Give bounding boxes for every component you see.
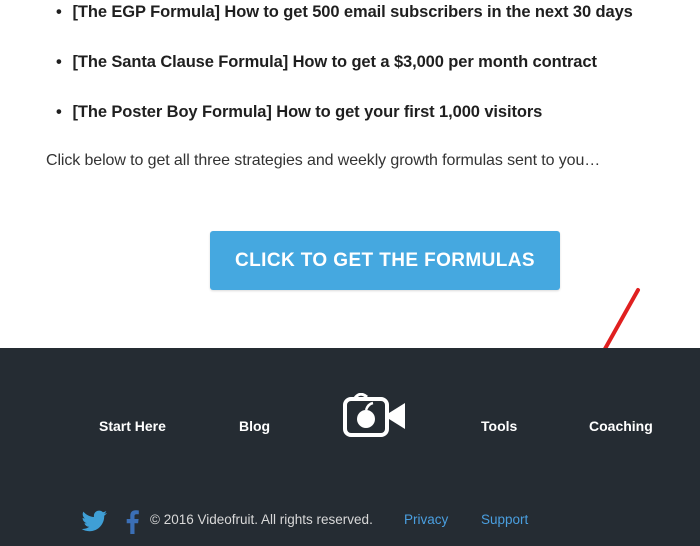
bullet-dot: • (56, 103, 62, 121)
videofruit-logo-icon[interactable] (342, 393, 408, 439)
copyright-text: © 2016 Videofruit. All rights reserved. (150, 512, 373, 527)
list-item: • [The Santa Clause Formula] How to get … (56, 53, 597, 72)
footer-bottom-row: © 2016 Videofruit. All rights reserved. … (0, 506, 700, 536)
privacy-link[interactable]: Privacy (404, 512, 448, 527)
list-item-text: [The Santa Clause Formula] How to get a … (72, 53, 597, 71)
twitter-icon[interactable] (80, 510, 108, 532)
facebook-icon[interactable] (124, 510, 140, 534)
list-item-text: [The EGP Formula] How to get 500 email s… (72, 3, 633, 21)
footer-link-start-here[interactable]: Start Here (99, 418, 166, 434)
footer-link-blog[interactable]: Blog (239, 418, 270, 434)
bullet-dot: • (56, 3, 62, 21)
site-footer: Start Here Blog Tools Coaching © 2016 Vi… (0, 348, 700, 546)
get-formulas-button[interactable]: CLICK TO GET THE FORMULAS (210, 231, 560, 290)
list-item-text: [The Poster Boy Formula] How to get your… (72, 103, 543, 121)
intro-text: Click below to get all three strategies … (46, 152, 601, 169)
list-item: • [The Poster Boy Formula] How to get yo… (56, 103, 542, 122)
footer-link-coaching[interactable]: Coaching (589, 418, 653, 434)
bullet-dot: • (56, 53, 62, 71)
support-link[interactable]: Support (481, 512, 528, 527)
footer-link-tools[interactable]: Tools (481, 418, 517, 434)
list-item: • [The EGP Formula] How to get 500 email… (56, 3, 633, 22)
